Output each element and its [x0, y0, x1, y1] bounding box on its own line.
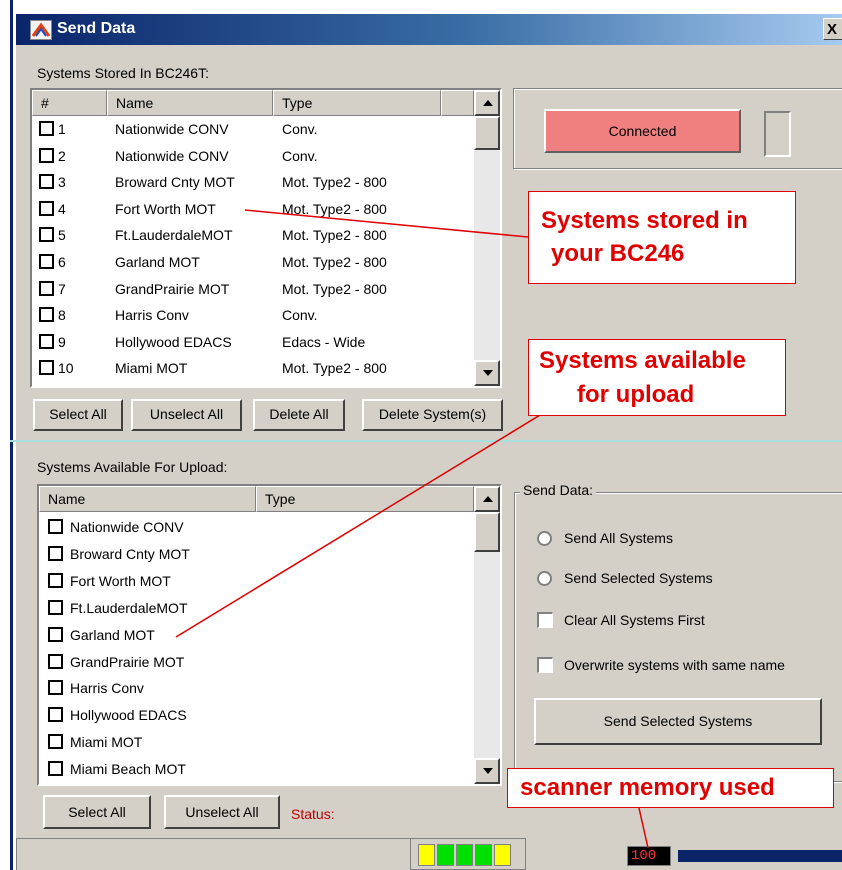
annotation-line-available — [175, 411, 546, 638]
annotation-memory: scanner memory used — [507, 768, 834, 808]
annotation-available: Systems available for upload — [528, 339, 786, 416]
annotation-stored: Systems stored in your BC246 — [528, 191, 796, 284]
annotation-line-memory — [638, 807, 649, 849]
annotation-lines — [175, 209, 649, 849]
annotation-text: your BC246 — [551, 240, 685, 267]
annotation-text: Systems stored in — [541, 207, 748, 234]
annotation-text: for upload — [577, 381, 695, 408]
annotation-text: Systems available — [539, 347, 746, 374]
annotation-line-stored — [244, 209, 529, 238]
